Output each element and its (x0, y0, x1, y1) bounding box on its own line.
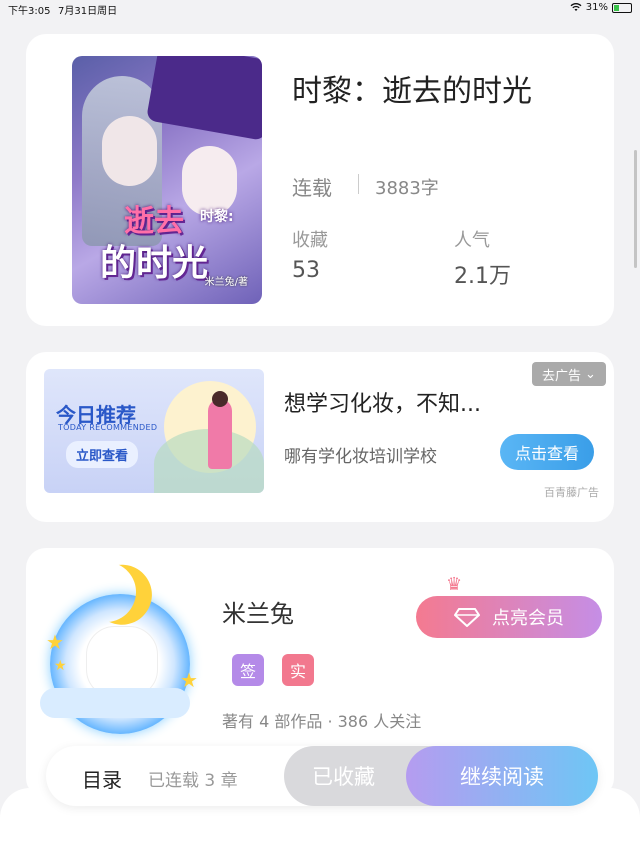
book-status: 连载 (292, 176, 332, 200)
book-info-card: 逝去 时黎: 的时光 米兰兔/著 时黎：逝去的时光 连载 3883字 收藏 53… (26, 34, 614, 326)
crown-icon: ♛ (446, 574, 463, 595)
cover-title-bottom: 的时光 (100, 242, 209, 284)
remove-ad-button[interactable]: 去广告 ⌄ (532, 362, 606, 386)
ad-image-cta: 立即查看 (66, 441, 139, 468)
author-avatar[interactable]: ★ ★ ★ (40, 558, 210, 758)
cover-title-side: 时黎: (200, 209, 234, 225)
author-meta: 著有 4 部作品 · 386 人关注 (222, 712, 422, 731)
cover-author-signature: 米兰兔/著 (204, 277, 248, 288)
wifi-icon (570, 3, 582, 11)
cloud-icon (40, 688, 190, 718)
chapter-count[interactable]: 已连载 3 章 (148, 766, 238, 791)
diamond-icon (454, 608, 480, 627)
status-time: 下午3:05 (8, 6, 51, 17)
vip-button-label: 点亮会员 (492, 608, 564, 629)
ad-headline[interactable]: 想学习化妆，不知... (284, 386, 481, 418)
verified-badge: 实 (282, 654, 314, 686)
book-title: 时黎：逝去的时光 (292, 74, 532, 109)
continue-reading-button[interactable]: 继续阅读 (406, 746, 598, 806)
book-word-count: 3883字 (375, 178, 439, 199)
book-cover[interactable]: 逝去 时黎: 的时光 米兰兔/著 (72, 56, 262, 304)
vip-button[interactable]: 点亮会员 (416, 596, 602, 638)
star-icon: ★ (180, 668, 198, 692)
remove-ad-label: 去广告 (542, 368, 582, 384)
ad-view-button[interactable]: 点击查看 (500, 434, 594, 470)
stat-favorites-value: 53 (292, 258, 320, 283)
ad-description: 哪有学化妆培训学校 (284, 447, 437, 467)
bottom-action-bar: 目录 已连载 3 章 已收藏 继续阅读 (46, 746, 598, 806)
chevron-down-icon: ⌄ (585, 366, 596, 382)
star-icon: ★ (46, 630, 64, 654)
status-bar: 下午3:05 7月31日周日 31% (0, 0, 640, 18)
star-icon: ★ (54, 658, 67, 674)
signed-badge: 签 (232, 654, 264, 686)
status-date: 7月31日周日 (58, 6, 118, 17)
ad-image[interactable]: 今日推荐 TODAY RECOMMENDED 立即查看 (44, 369, 264, 493)
stat-popularity-label: 人气 (454, 230, 490, 251)
scroll-indicator[interactable] (634, 150, 637, 268)
ad-source: 百青藤广告 (544, 486, 599, 499)
battery-percent: 31% (585, 2, 608, 13)
stat-favorites-label: 收藏 (292, 230, 328, 251)
ad-image-subtitle: TODAY RECOMMENDED (58, 423, 158, 432)
ad-card[interactable]: 今日推荐 TODAY RECOMMENDED 立即查看 想学习化妆，不知... … (26, 352, 614, 522)
status-right: 31% (570, 2, 632, 13)
table-of-contents-button[interactable]: 目录 (82, 764, 122, 793)
stat-popularity-value: 2.1万 (454, 264, 511, 289)
divider (358, 174, 359, 194)
author-name[interactable]: 米兰兔 (222, 594, 294, 629)
battery-icon (612, 2, 632, 13)
